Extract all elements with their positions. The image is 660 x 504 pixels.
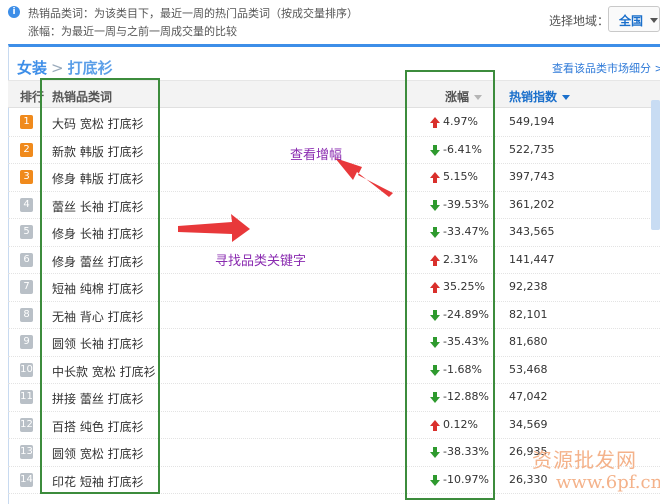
annotation-find-keywords: 寻找品类关键字 [215, 254, 307, 269]
watermark-title: 资源批发网 [532, 448, 637, 472]
arrow-to-growth [335, 158, 393, 197]
watermark-url: www.6pf.cn [556, 472, 660, 493]
annotation-arrows [178, 158, 393, 242]
arrow-to-keywords [178, 214, 250, 242]
annotation-view-growth: 查看增幅 [290, 148, 343, 163]
